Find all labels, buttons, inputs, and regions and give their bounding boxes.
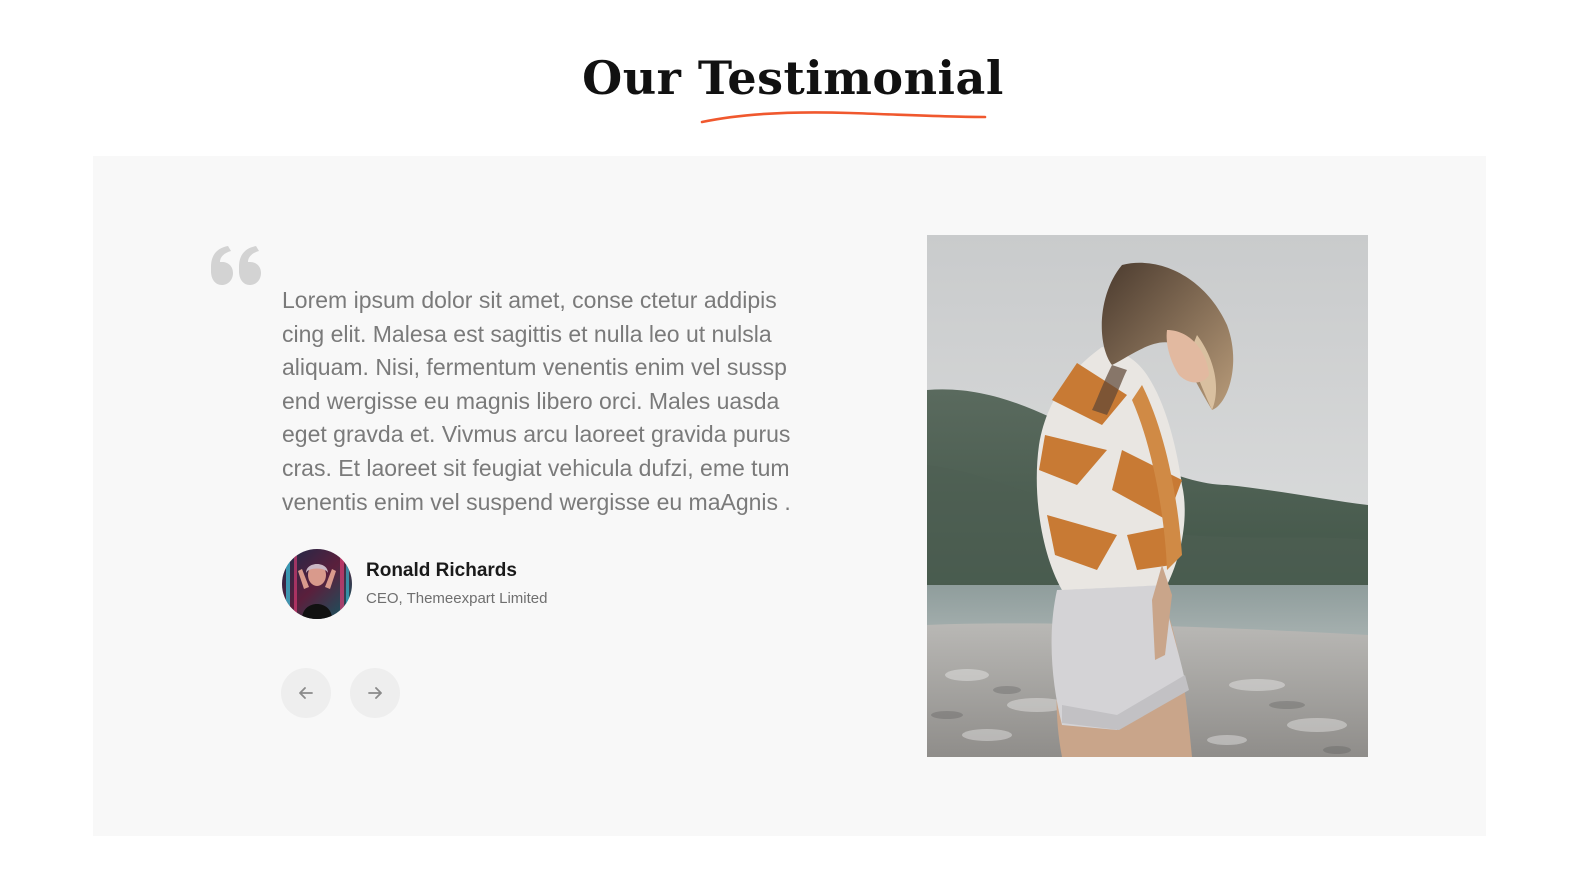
- next-button[interactable]: [350, 668, 400, 718]
- avatar-image: [282, 549, 352, 619]
- avatar: [282, 549, 352, 619]
- author-name: Ronald Richards: [366, 560, 517, 581]
- title-underline: [700, 111, 987, 124]
- testimonial-text: Lorem ipsum dolor sit amet, conse ctetur…: [282, 287, 791, 515]
- author-role: CEO, Themeexpart Limited: [366, 590, 548, 607]
- author-info: Ronald Richards CEO, Themeexpart Limited: [366, 559, 547, 609]
- section-title: Our Testimonial: [582, 51, 1004, 105]
- woman-portrait-photo: [927, 235, 1368, 757]
- arrow-left-icon: [299, 687, 313, 699]
- testimonial-section: Our Testimonial Lorem ipsum dolor sit am…: [0, 0, 1586, 885]
- previous-button[interactable]: [281, 668, 331, 718]
- testimonial-photo: [927, 235, 1368, 757]
- quote-icon: [211, 246, 261, 285]
- arrow-right-icon: [368, 687, 382, 699]
- testimonial-author: Ronald Richards CEO, Themeexpart Limited: [282, 549, 547, 619]
